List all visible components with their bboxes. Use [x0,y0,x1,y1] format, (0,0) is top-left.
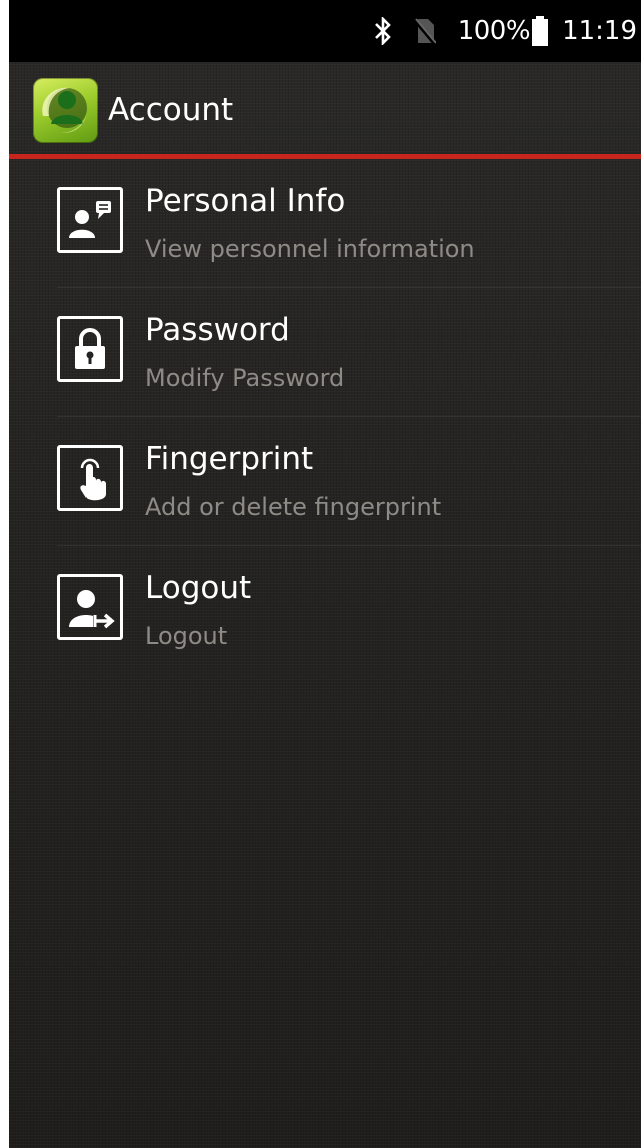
menu-item-subtitle: Logout [145,622,228,650]
account-screen: 100% 11:19 Account Personal Info View pe… [9,0,641,1148]
status-icons: 100% 11:19 [374,0,637,62]
bluetooth-icon [374,17,392,45]
battery-percent: 100% [457,16,531,46]
logout-icon [57,574,123,640]
battery-icon [532,16,549,46]
menu-item-fingerprint[interactable]: Fingerprint Add or delete fingerprint [9,417,641,546]
menu-item-personal-info[interactable]: Personal Info View personnel information [9,159,641,288]
menu-item-subtitle: Add or delete fingerprint [145,493,442,521]
menu-item-subtitle: View personnel information [145,235,475,263]
no-sim-icon [413,17,436,45]
menu-item-password[interactable]: Password Modify Password [9,288,641,417]
status-bar: 100% 11:19 [9,0,641,62]
clock: 11:19 [562,16,637,46]
menu-item-title: Fingerprint [145,441,314,477]
page-title: Account [108,92,234,128]
menu-item-title: Personal Info [145,183,346,219]
menu-item-logout[interactable]: Logout Logout [9,546,641,675]
action-bar: Account [9,62,641,156]
personal-info-icon [57,187,123,253]
lock-icon [57,316,123,382]
account-menu-list: Personal Info View personnel information… [9,159,641,675]
menu-item-title: Logout [145,570,252,606]
app-logo-icon[interactable] [33,78,98,143]
menu-item-title: Password [145,312,290,348]
menu-item-subtitle: Modify Password [145,364,345,392]
fingerprint-touch-icon [57,445,123,511]
